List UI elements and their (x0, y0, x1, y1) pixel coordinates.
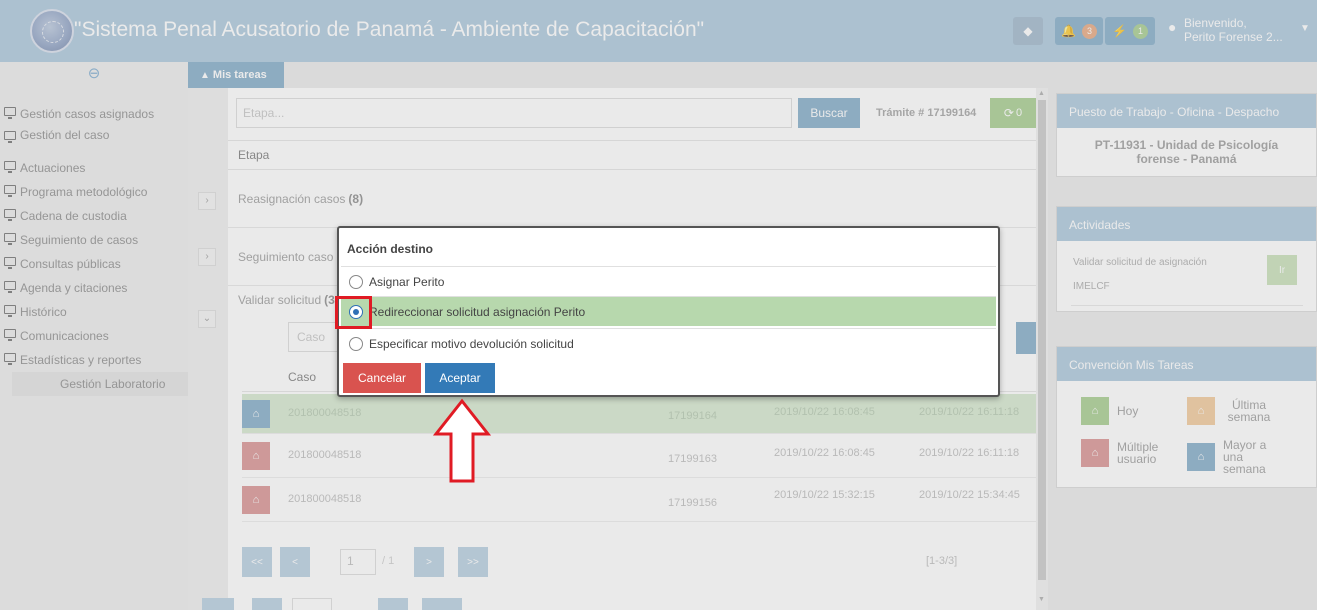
option-label: Redireccionar solicitud asignación Perit… (369, 304, 586, 319)
highlight-box-annotation (335, 296, 372, 329)
option-redireccionar-solicitud[interactable]: Redireccionar solicitud asignación Perit… (341, 296, 996, 326)
dialog-title: Acción destino (347, 242, 434, 256)
option-label: Especificar motivo devolución solicitud (369, 336, 574, 351)
radio-button[interactable] (349, 336, 363, 351)
option-especificar-motivo[interactable]: Especificar motivo devolución solicitud (341, 328, 996, 358)
up-arrow-annotation (433, 398, 491, 483)
accion-destino-dialog: Acción destino Asignar Perito Redireccio… (337, 226, 1000, 397)
option-asignar-perito[interactable]: Asignar Perito (341, 266, 996, 296)
option-label: Asignar Perito (369, 274, 445, 289)
radio-button[interactable] (349, 274, 363, 289)
cancel-button[interactable]: Cancelar (343, 363, 421, 393)
accept-button[interactable]: Aceptar (425, 363, 495, 393)
